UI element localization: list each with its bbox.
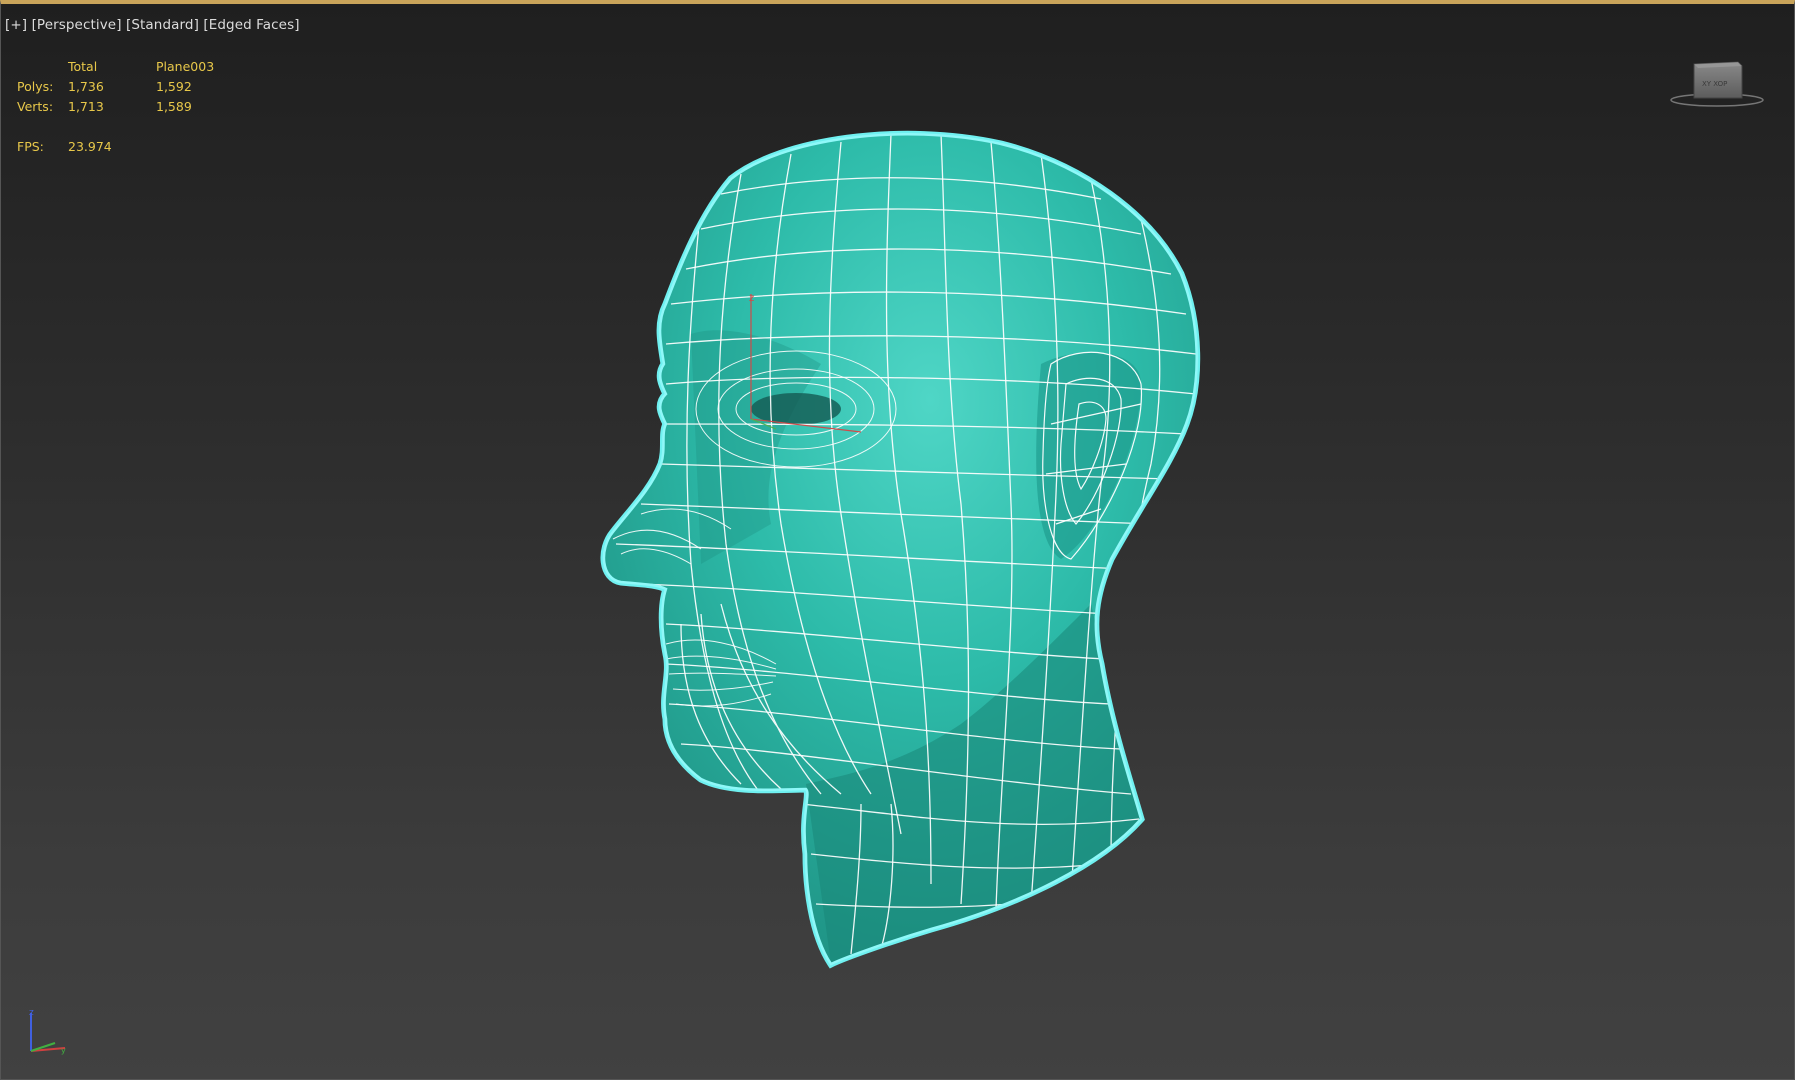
svg-text:z: z bbox=[749, 293, 754, 304]
axis-tripod-icon: z y bbox=[25, 1007, 75, 1057]
head-mesh[interactable]: z bbox=[1, 4, 1795, 1080]
svg-text:y: y bbox=[61, 1046, 66, 1055]
svg-text:z: z bbox=[29, 1008, 34, 1018]
perspective-viewport[interactable]: [+] [Perspective] [Standard] [Edged Face… bbox=[0, 0, 1795, 1080]
